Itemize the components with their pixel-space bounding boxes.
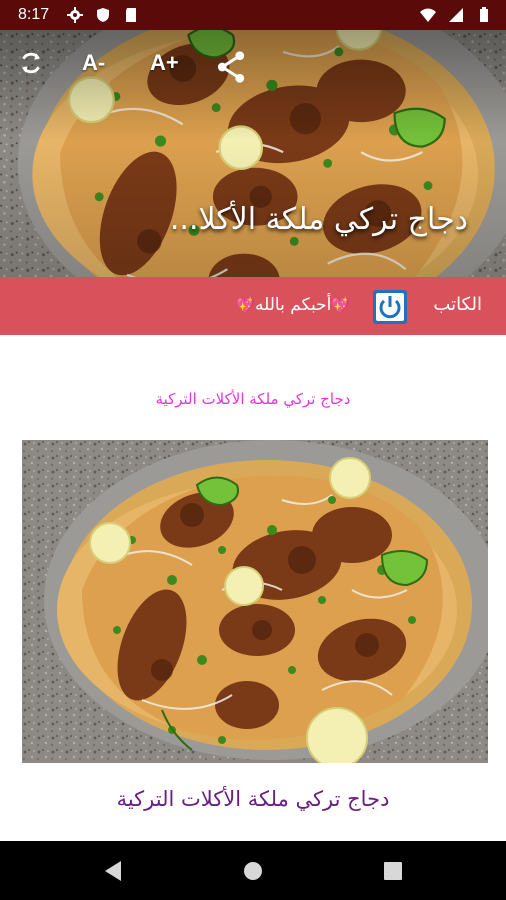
home-icon[interactable]	[243, 861, 263, 881]
author-bar: الكاتب 💖أحبكم بالله💖	[0, 277, 506, 335]
navigation-bar	[0, 841, 506, 900]
article-image[interactable]	[22, 440, 488, 763]
sparkle-heart-icon: 💖	[331, 296, 350, 314]
hero-banner: A- A+ دجاج تركي ملكة الأكلا...	[0, 30, 506, 277]
recents-icon[interactable]	[384, 862, 402, 880]
power-icon[interactable]	[373, 290, 407, 324]
article-subtitle: دجاج تركي ملكة الأكلات التركية	[155, 390, 351, 408]
signal-icon	[449, 8, 463, 22]
gear-icon	[67, 7, 84, 23]
hero-toolbar: A- A+	[0, 50, 506, 86]
back-icon[interactable]	[103, 860, 123, 882]
wifi-icon	[420, 8, 436, 22]
share-icon[interactable]	[216, 50, 246, 84]
article-caption: دجاج تركي ملكة الأكلات التركية	[116, 787, 390, 811]
sd-card-icon	[126, 8, 137, 22]
battery-icon	[480, 7, 488, 22]
increase-font-button[interactable]: A+	[150, 50, 179, 76]
decrease-font-button[interactable]: A-	[82, 50, 105, 76]
status-bar: 8:17	[0, 0, 506, 30]
author-label: الكاتب	[433, 294, 482, 315]
status-time: 8:17	[18, 6, 50, 23]
shield-icon	[97, 8, 110, 22]
hero-title: دجاج تركي ملكة الأكلا...	[169, 202, 468, 237]
author-name[interactable]: 💖أحبكم بالله💖	[236, 295, 350, 315]
sparkle-heart-icon: 💖	[236, 296, 255, 314]
refresh-icon[interactable]	[18, 50, 44, 76]
